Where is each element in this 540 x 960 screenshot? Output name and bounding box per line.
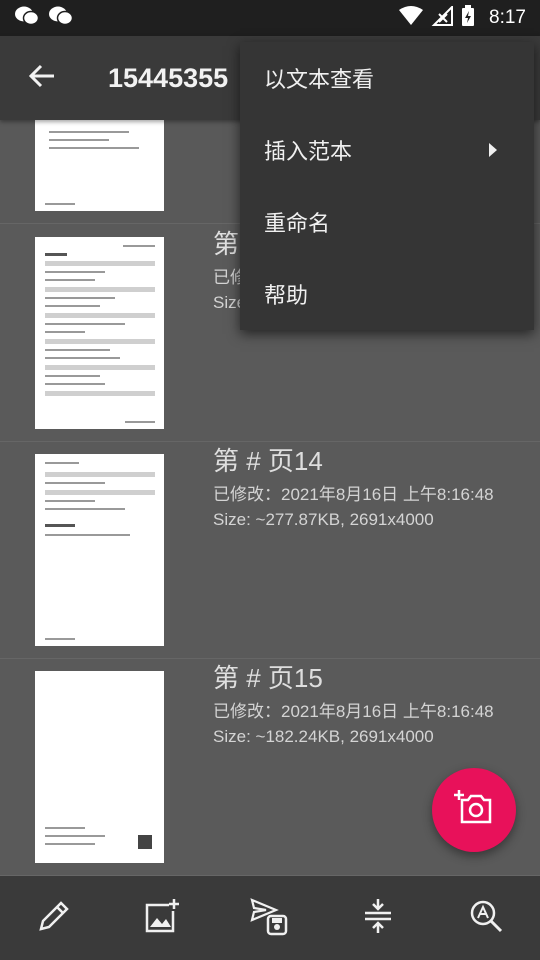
wechat-icon [14, 5, 40, 31]
add-camera-button[interactable] [432, 768, 516, 852]
add-image-button[interactable] [127, 883, 197, 953]
submenu-arrow-icon [488, 138, 498, 163]
add-camera-icon [454, 790, 494, 830]
status-bar: 8:17 [0, 0, 540, 36]
merge-icon [363, 897, 393, 939]
menu-item-help[interactable]: 帮助 [240, 258, 534, 330]
menu-item-label: 重命名 [264, 212, 331, 237]
battery-charging-icon [461, 5, 475, 31]
overflow-menu: 以文本查看 插入范本 重命名 帮助 [240, 42, 534, 330]
page-title: 15445355 [108, 62, 229, 93]
page-thumbnail [35, 120, 164, 211]
page-size-text: Size: ~182.24KB, 2691x4000 [213, 727, 434, 746]
page-modified-text: 已修改：2021年8月16日 上午8:16:48 [213, 702, 494, 721]
list-item[interactable]: 第 # 页14 已修改：2021年8月16日 上午8:16:48 Size: ~… [0, 442, 540, 659]
page-size-text: Size: ~277.87KB, 2691x4000 [213, 510, 434, 529]
no-signal-icon [431, 4, 454, 30]
add-image-icon [143, 897, 181, 939]
bottom-toolbar [0, 876, 540, 960]
page-thumbnail [35, 237, 164, 429]
page-thumbnail [35, 671, 164, 863]
menu-item-label: 帮助 [264, 284, 309, 309]
page-modified-text: 已修改：2021年8月16日 上午8:16:48 [213, 485, 494, 504]
wechat-icon [48, 5, 74, 31]
page-thumbnail [35, 454, 164, 646]
text-search-button[interactable] [451, 883, 521, 953]
page-title-text: 第 # 页15 [213, 663, 323, 693]
menu-item-rename[interactable]: 重命名 [240, 186, 534, 258]
menu-item-view-as-text[interactable]: 以文本查看 [240, 42, 534, 114]
send-save-button[interactable] [235, 883, 305, 953]
edit-icon [37, 899, 71, 937]
send-save-icon [250, 896, 290, 940]
qr-code-icon [138, 835, 152, 849]
wifi-icon [399, 6, 424, 30]
clock: 8:17 [489, 7, 526, 28]
menu-item-label: 插入范本 [264, 140, 353, 165]
text-search-icon [468, 898, 504, 938]
merge-button[interactable] [343, 883, 413, 953]
back-button[interactable] [0, 36, 84, 120]
menu-item-insert-template[interactable]: 插入范本 [240, 114, 534, 186]
menu-item-label: 以文本查看 [264, 68, 375, 93]
page-title-text: 第 # 页14 [213, 446, 323, 476]
edit-button[interactable] [19, 883, 89, 953]
arrow-back-icon [28, 62, 56, 94]
